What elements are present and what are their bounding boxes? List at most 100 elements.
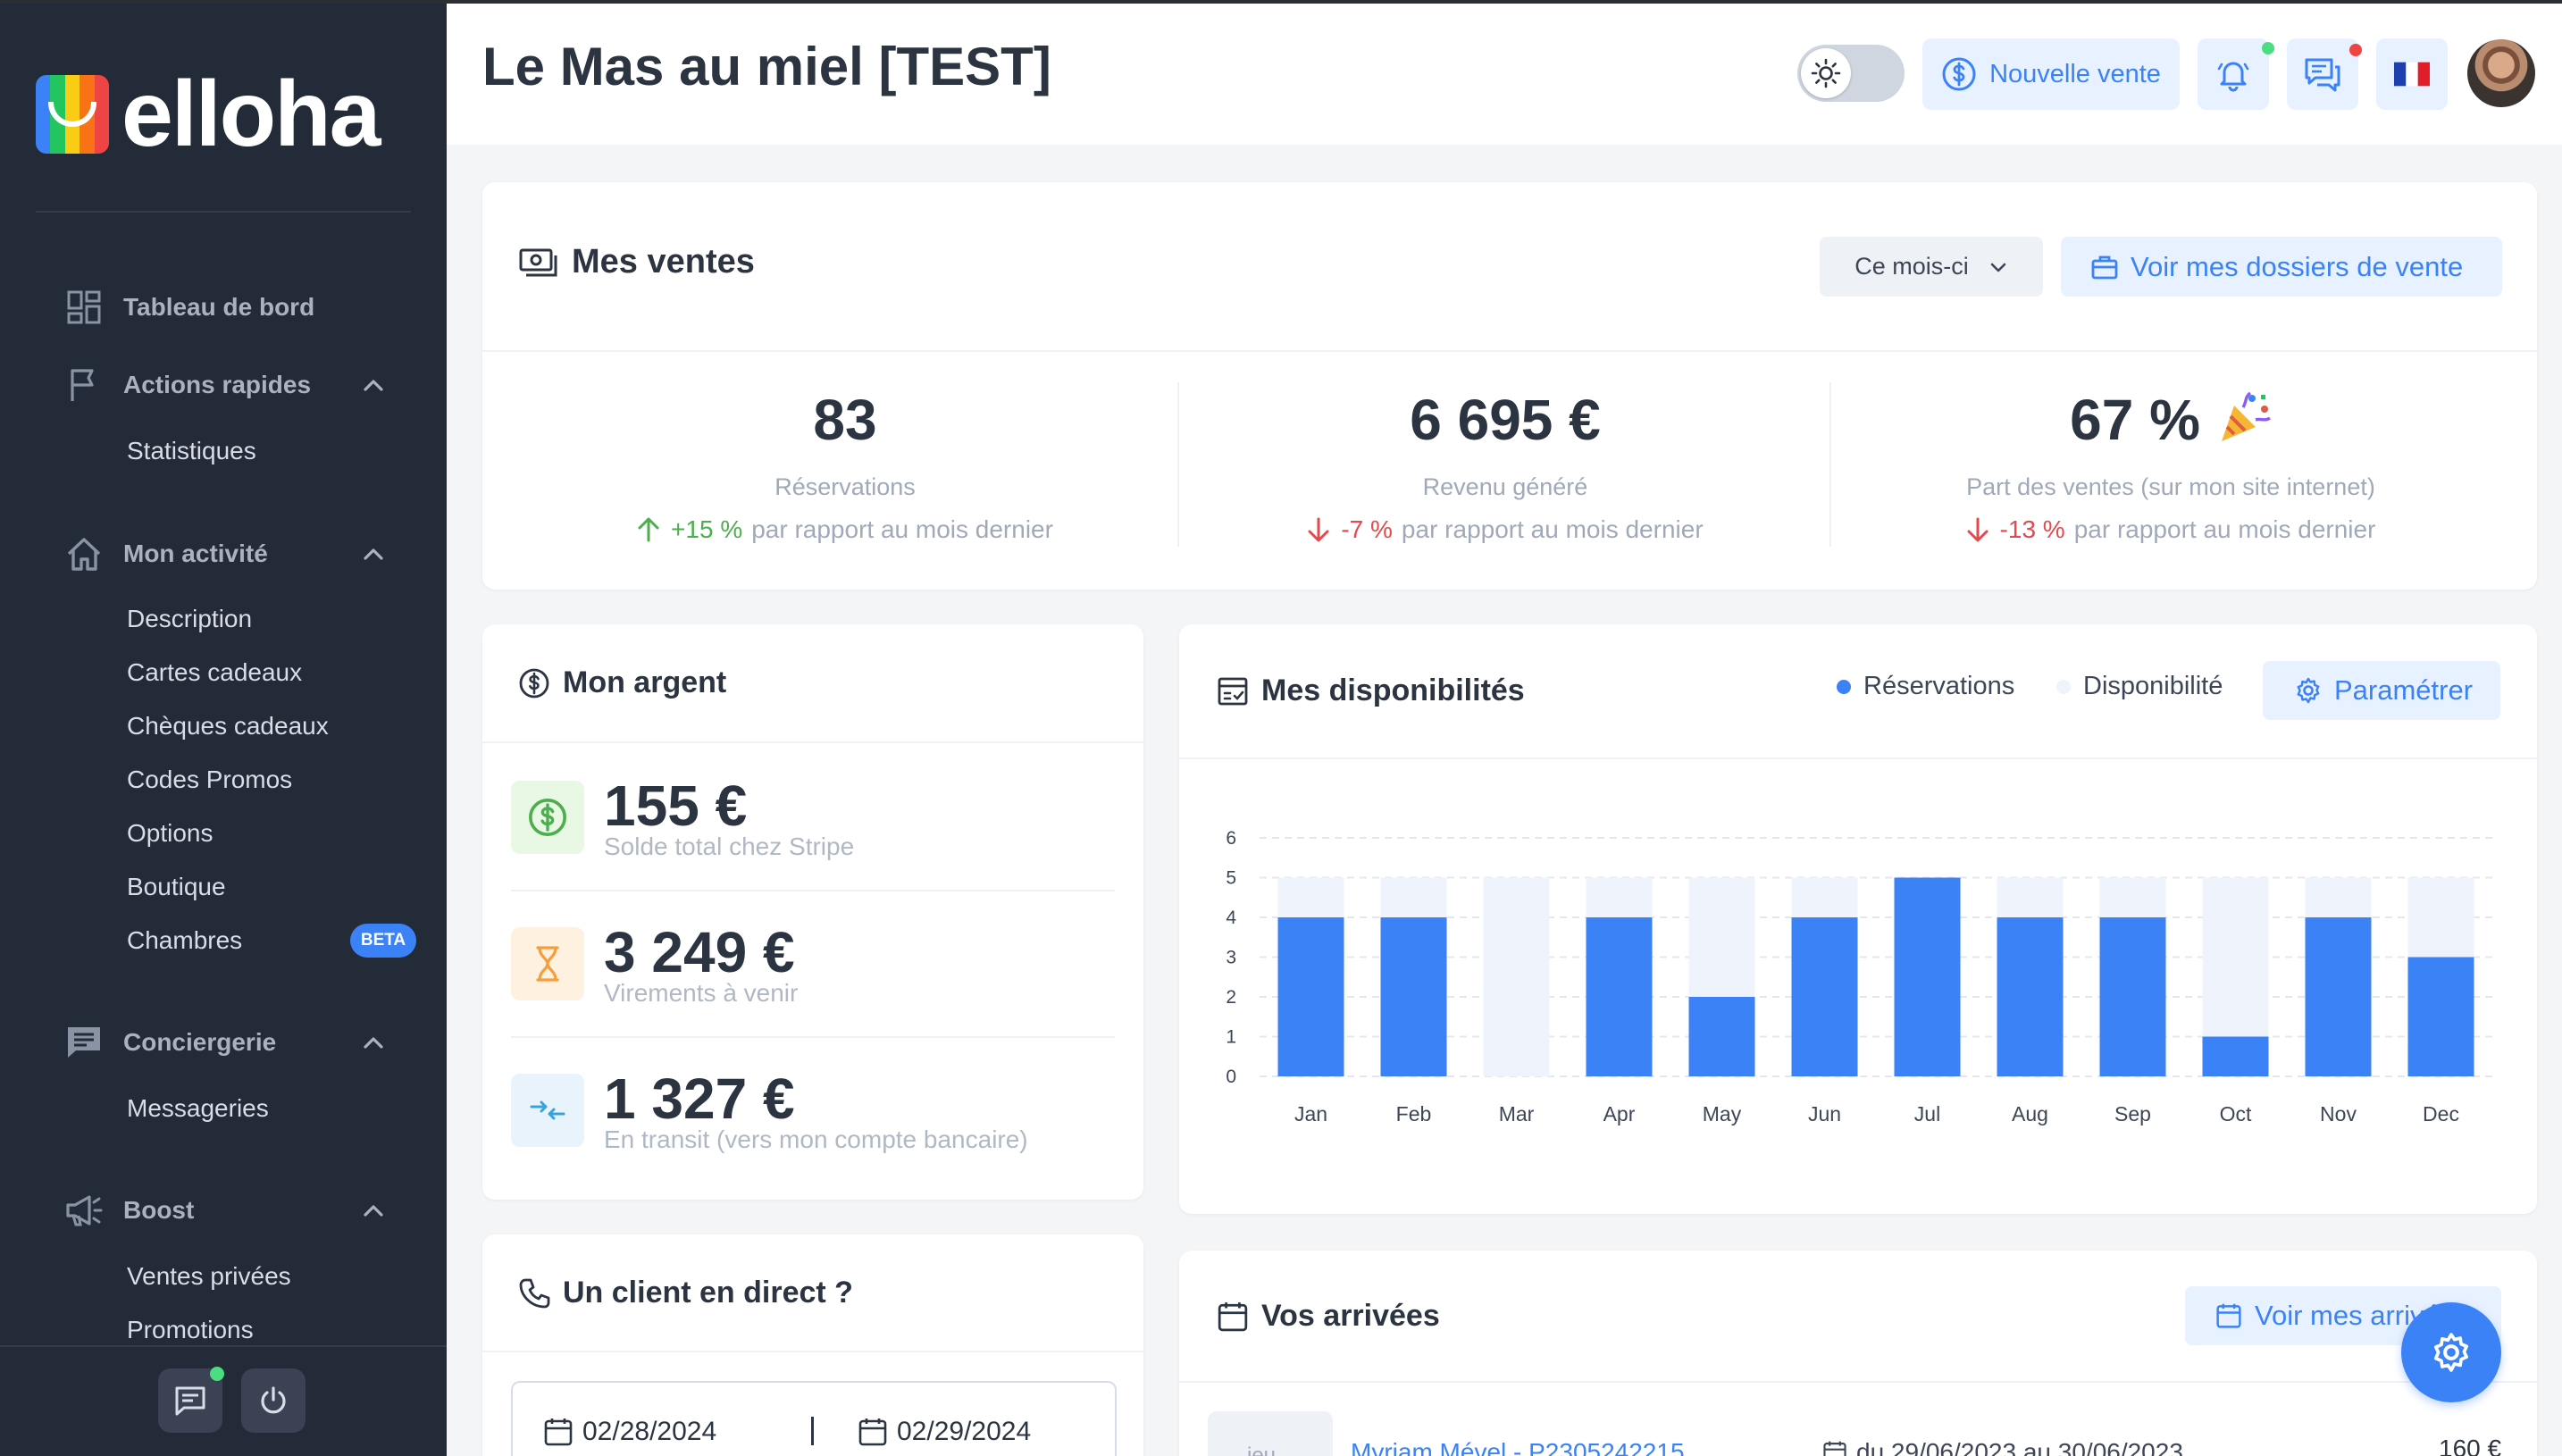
- bar-reservations: [2305, 917, 2372, 1076]
- elloha-logo[interactable]: elloha: [36, 63, 381, 166]
- sidebar-item-description[interactable]: Description: [127, 601, 422, 637]
- calendar-icon: [2216, 1303, 2241, 1328]
- bar-reservations: [2407, 957, 2474, 1076]
- availability-chart: 0 1 2 3 4 5 6 Jan Feb Mar Apr May Jun Jul Aug Sep Oct Nov…: [1226, 828, 2492, 1125]
- new-sale-button[interactable]: Nouvelle vente: [1922, 38, 2180, 110]
- bar-reservations: [1380, 917, 1447, 1076]
- page-title: Le Mas au miel [TEST]: [482, 37, 1051, 96]
- sales-title: Mes ventes: [518, 243, 755, 281]
- arrivals-card: [1179, 1251, 2537, 1456]
- sidebar-item-promo-codes[interactable]: Codes Promos: [127, 762, 422, 798]
- beta-badge: BETA: [350, 924, 416, 958]
- bar-availability: [1483, 877, 1550, 1076]
- sidebar-item-private-sales[interactable]: Ventes privées: [127, 1259, 422, 1294]
- arrival-guest-link[interactable]: Myriam Mével - P2305242215: [1351, 1438, 1685, 1456]
- phone-icon: [519, 1278, 550, 1308]
- y-tick-label: 5: [1226, 868, 1236, 889]
- stat-website-share: 67 % Part des ventes (sur mon site inter…: [1966, 388, 2376, 543]
- sales-folders-button[interactable]: Voir mes dossiers de vente: [2061, 237, 2502, 297]
- settings-fab[interactable]: [2401, 1302, 2501, 1402]
- sidebar-item-statistiques[interactable]: Statistiques: [127, 433, 422, 469]
- stat-revenue: 6 695 € Revenu généré -7 % par rapport a…: [1184, 384, 1827, 544]
- x-tick-label: Dec: [2423, 1102, 2459, 1125]
- y-tick-label: 0: [1226, 1067, 1236, 1087]
- dashboard-icon: [64, 288, 104, 327]
- money-title: Mon argent: [518, 665, 726, 700]
- sidebar-item-dashboard[interactable]: Tableau de bord: [64, 285, 386, 330]
- x-tick-label: Sep: [2114, 1102, 2151, 1125]
- dollar-circle-icon: [1942, 57, 1976, 91]
- money-row-stripe: 155 € Solde total chez Stripe: [511, 774, 1118, 906]
- sidebar: elloha Tableau de bord Actions rapides S…: [0, 0, 447, 1456]
- transfer-arrows-icon: [511, 1074, 584, 1147]
- x-tick-label: Nov: [2320, 1102, 2357, 1125]
- arrival-dates: du 29/06/2023 au 30/06/2023: [1822, 1438, 2183, 1456]
- date-from[interactable]: 02/28/2024: [543, 1417, 716, 1447]
- france-flag-icon: [2394, 62, 2430, 87]
- gear-icon: [2297, 677, 2320, 704]
- live-client-title: Un client en direct ?: [518, 1276, 853, 1310]
- user-avatar[interactable]: [2467, 39, 2535, 107]
- chevron-down-icon: [1990, 263, 2006, 272]
- x-tick-label: Feb: [1396, 1102, 1432, 1125]
- theme-toggle[interactable]: [1797, 45, 1905, 102]
- bar-reservations: [1586, 917, 1653, 1076]
- sidebar-item-activity[interactable]: Mon activité: [64, 531, 386, 576]
- y-tick-label: 6: [1226, 828, 1236, 849]
- chevron-up-icon: [364, 1037, 383, 1049]
- sidebar-item-promotions[interactable]: Promotions: [127, 1312, 422, 1348]
- home-icon: [64, 534, 104, 573]
- y-tick-label: 1: [1226, 1027, 1236, 1048]
- sidebar-item-shop[interactable]: Boutique: [127, 869, 422, 905]
- logo-mark-icon: [36, 75, 109, 154]
- bar-reservations: [1997, 917, 2064, 1076]
- bar-reservations: [1894, 877, 1961, 1076]
- y-tick-label: 3: [1226, 948, 1236, 968]
- y-tick-label: 2: [1226, 987, 1236, 1008]
- sidebar-item-gift-cheques[interactable]: Chèques cadeaux: [127, 708, 422, 744]
- messages-button[interactable]: [2287, 38, 2362, 110]
- money-row-transit: 1 327 € En transit (vers mon compte banc…: [511, 1067, 1118, 1199]
- arrivals-title: Vos arrivées: [1217, 1299, 1440, 1334]
- date-to[interactable]: 02/29/2024: [858, 1417, 1031, 1447]
- arrow-down-icon: [1308, 517, 1329, 542]
- calendar-icon: [858, 1418, 887, 1446]
- calendar-icon: [1823, 1441, 1846, 1456]
- x-tick-label: Jan: [1294, 1102, 1327, 1125]
- gear-icon: [2433, 1333, 2469, 1372]
- briefcase-icon: [2091, 255, 2118, 279]
- bar-reservations: [1688, 997, 1755, 1076]
- x-tick-label: Aug: [2012, 1102, 2048, 1125]
- language-button[interactable]: [2376, 38, 2448, 110]
- period-select[interactable]: Ce mois-ci: [1820, 237, 2043, 297]
- legend-reservations[interactable]: Réservations: [1837, 672, 2014, 701]
- message-square-icon: [64, 1023, 104, 1062]
- dollar-circle-icon: [519, 668, 549, 698]
- configure-button[interactable]: Paramétrer: [2263, 661, 2500, 720]
- stat-reservations: 83 Réservations +15 % par rapport au moi…: [523, 384, 1167, 544]
- sidebar-item-options[interactable]: Options: [127, 816, 422, 851]
- bar-reservations: [2202, 1036, 2269, 1076]
- availability-title: Mes disponibilités: [1217, 674, 1525, 708]
- y-tick-label: 4: [1226, 908, 1236, 928]
- sidebar-item-messaging[interactable]: Messageries: [127, 1091, 422, 1126]
- legend-availability[interactable]: Disponibilité: [2056, 672, 2223, 701]
- arrival-day-chip: jeu.: [1208, 1411, 1333, 1456]
- sidebar-item-gift-cards[interactable]: Cartes cadeaux: [127, 655, 422, 690]
- support-chat-button[interactable]: [158, 1367, 224, 1433]
- bell-icon: [2217, 62, 2249, 92]
- calendar-icon: [544, 1418, 573, 1446]
- notifications-button[interactable]: [2198, 38, 2274, 110]
- sidebar-item-boost[interactable]: Boost: [64, 1188, 386, 1233]
- logo-text: elloha: [121, 63, 381, 166]
- sidebar-item-quick-actions[interactable]: Actions rapides: [64, 363, 386, 407]
- megaphone-icon: [64, 1191, 104, 1230]
- logout-button[interactable]: [241, 1368, 306, 1433]
- date-range-picker[interactable]: 02/28/2024 02/29/2024: [511, 1381, 1117, 1456]
- calendar-icon: [1218, 1301, 1248, 1331]
- x-tick-label: Oct: [2220, 1102, 2252, 1125]
- sidebar-item-concierge[interactable]: Conciergerie: [64, 1020, 386, 1065]
- x-tick-label: Jul: [1914, 1102, 1940, 1125]
- chevron-up-icon: [364, 548, 383, 560]
- money-row-upcoming: 3 249 € Virements à venir: [511, 920, 1118, 1052]
